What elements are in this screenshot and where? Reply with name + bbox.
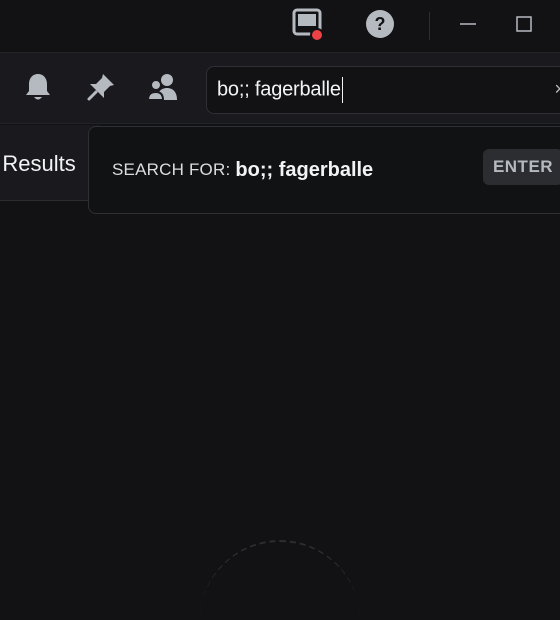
- clear-search-icon[interactable]: ×: [554, 79, 560, 100]
- enter-key-badge: ENTER: [483, 149, 560, 185]
- search-for-query: bo;; fagerballe: [235, 158, 374, 181]
- search-for-label: SEARCH FOR:: [112, 160, 231, 179]
- title-bar-divider: [429, 12, 430, 40]
- channel-header: bo;; fagerballe ×: [0, 52, 560, 124]
- help-button[interactable]: ?: [358, 6, 402, 46]
- maximize-icon: [514, 14, 534, 39]
- member-list-button[interactable]: [145, 71, 181, 107]
- search-results-header: o Results: [0, 125, 100, 201]
- bell-icon: [24, 72, 52, 107]
- pin-icon: [86, 72, 116, 107]
- search-results-area: [0, 214, 560, 560]
- svg-text:?: ?: [375, 14, 386, 34]
- pinned-messages-button[interactable]: [83, 71, 119, 107]
- title-bar: ?: [0, 0, 560, 52]
- notification-settings-button[interactable]: [20, 71, 56, 107]
- maximize-button[interactable]: [504, 6, 544, 46]
- text-caret: [341, 77, 344, 103]
- inbox-button[interactable]: [286, 6, 330, 46]
- search-suggestions-popout: SEARCH FOR: bo;; fagerballe ENTER: [88, 126, 560, 214]
- help-icon: ?: [365, 9, 395, 44]
- members-icon: [146, 72, 179, 107]
- search-input-text: bo;; fagerballe: [217, 77, 344, 103]
- minimize-icon: [458, 14, 478, 39]
- search-field[interactable]: bo;; fagerballe ×: [206, 66, 560, 114]
- search-query-value: bo;; fagerballe: [217, 78, 341, 101]
- minimize-button[interactable]: [448, 6, 488, 46]
- results-title: o Results: [0, 151, 76, 176]
- inbox-icon: [291, 7, 325, 46]
